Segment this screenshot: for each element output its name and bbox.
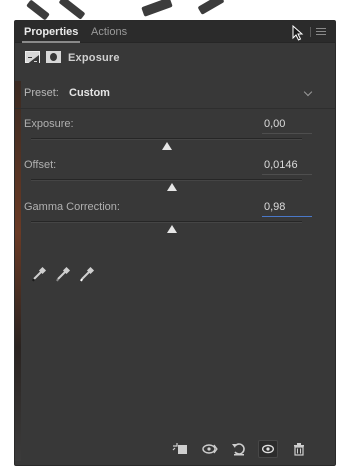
- gamma-correction-value-field[interactable]: 0,98: [264, 201, 285, 213]
- gray-point-eyedropper-icon[interactable]: [55, 266, 71, 282]
- background-mark: [141, 0, 173, 17]
- delete-icon[interactable]: [291, 442, 307, 456]
- exposure-control: Exposure: 0,00: [15, 118, 335, 158]
- gamma-correction-label: Gamma Correction:: [24, 201, 120, 213]
- value-field-focus-underline: [262, 216, 312, 217]
- mouse-cursor-icon: [292, 25, 304, 41]
- offset-slider-thumb[interactable]: [166, 183, 177, 191]
- clip-to-layer-icon[interactable]: [172, 442, 188, 456]
- value-field-underline: [262, 133, 312, 134]
- black-point-eyedropper-icon[interactable]: [31, 266, 47, 282]
- active-tab-indicator: [22, 41, 80, 43]
- tab-properties[interactable]: Properties: [24, 26, 78, 38]
- visibility-eye-icon[interactable]: [258, 440, 278, 458]
- adjustment-title: Exposure: [68, 52, 120, 64]
- offset-value-field[interactable]: 0,0146: [264, 159, 298, 171]
- properties-panel: Properties Actions Exposure Preset: Cust…: [14, 20, 336, 466]
- view-previous-state-icon[interactable]: [202, 442, 218, 456]
- exposure-label: Exposure:: [24, 118, 74, 130]
- gamma-correction-slider-thumb[interactable]: [166, 225, 177, 233]
- offset-label: Offset:: [24, 159, 57, 171]
- exposure-slider-thumb[interactable]: [161, 142, 172, 150]
- offset-control: Offset: 0,0146: [15, 159, 335, 199]
- tab-separator: [310, 27, 311, 37]
- preset-row: Preset: Custom: [15, 83, 335, 103]
- preset-dropdown[interactable]: Custom: [63, 84, 313, 102]
- exposure-slider-track[interactable]: [31, 138, 302, 140]
- tab-actions[interactable]: Actions: [91, 26, 127, 38]
- adjustment-header: Exposure: [15, 44, 335, 70]
- eyedropper-group: [31, 266, 111, 282]
- panel-menu-icon[interactable]: [316, 28, 326, 36]
- white-point-eyedropper-icon[interactable]: [79, 266, 95, 282]
- panel-bottom-toolbar: [15, 435, 335, 463]
- gamma-correction-slider-track[interactable]: [31, 221, 302, 223]
- background-mark: [197, 0, 225, 15]
- adjustment-icon[interactable]: [25, 51, 40, 65]
- gamma-correction-control: Gamma Correction: 0,98: [15, 201, 335, 241]
- background-mark: [58, 0, 86, 20]
- preset-value: Custom: [69, 87, 110, 99]
- divider: [15, 108, 335, 109]
- layer-mask-icon[interactable]: [46, 51, 61, 63]
- background-mark: [26, 0, 50, 21]
- panel-tab-bar: Properties Actions: [15, 21, 335, 43]
- value-field-underline: [262, 174, 312, 175]
- preset-label: Preset:: [24, 87, 59, 99]
- exposure-value-field[interactable]: 0,00: [264, 118, 285, 130]
- offset-slider-track[interactable]: [31, 179, 302, 181]
- chevron-down-icon: [303, 87, 313, 97]
- reset-icon[interactable]: [231, 442, 247, 456]
